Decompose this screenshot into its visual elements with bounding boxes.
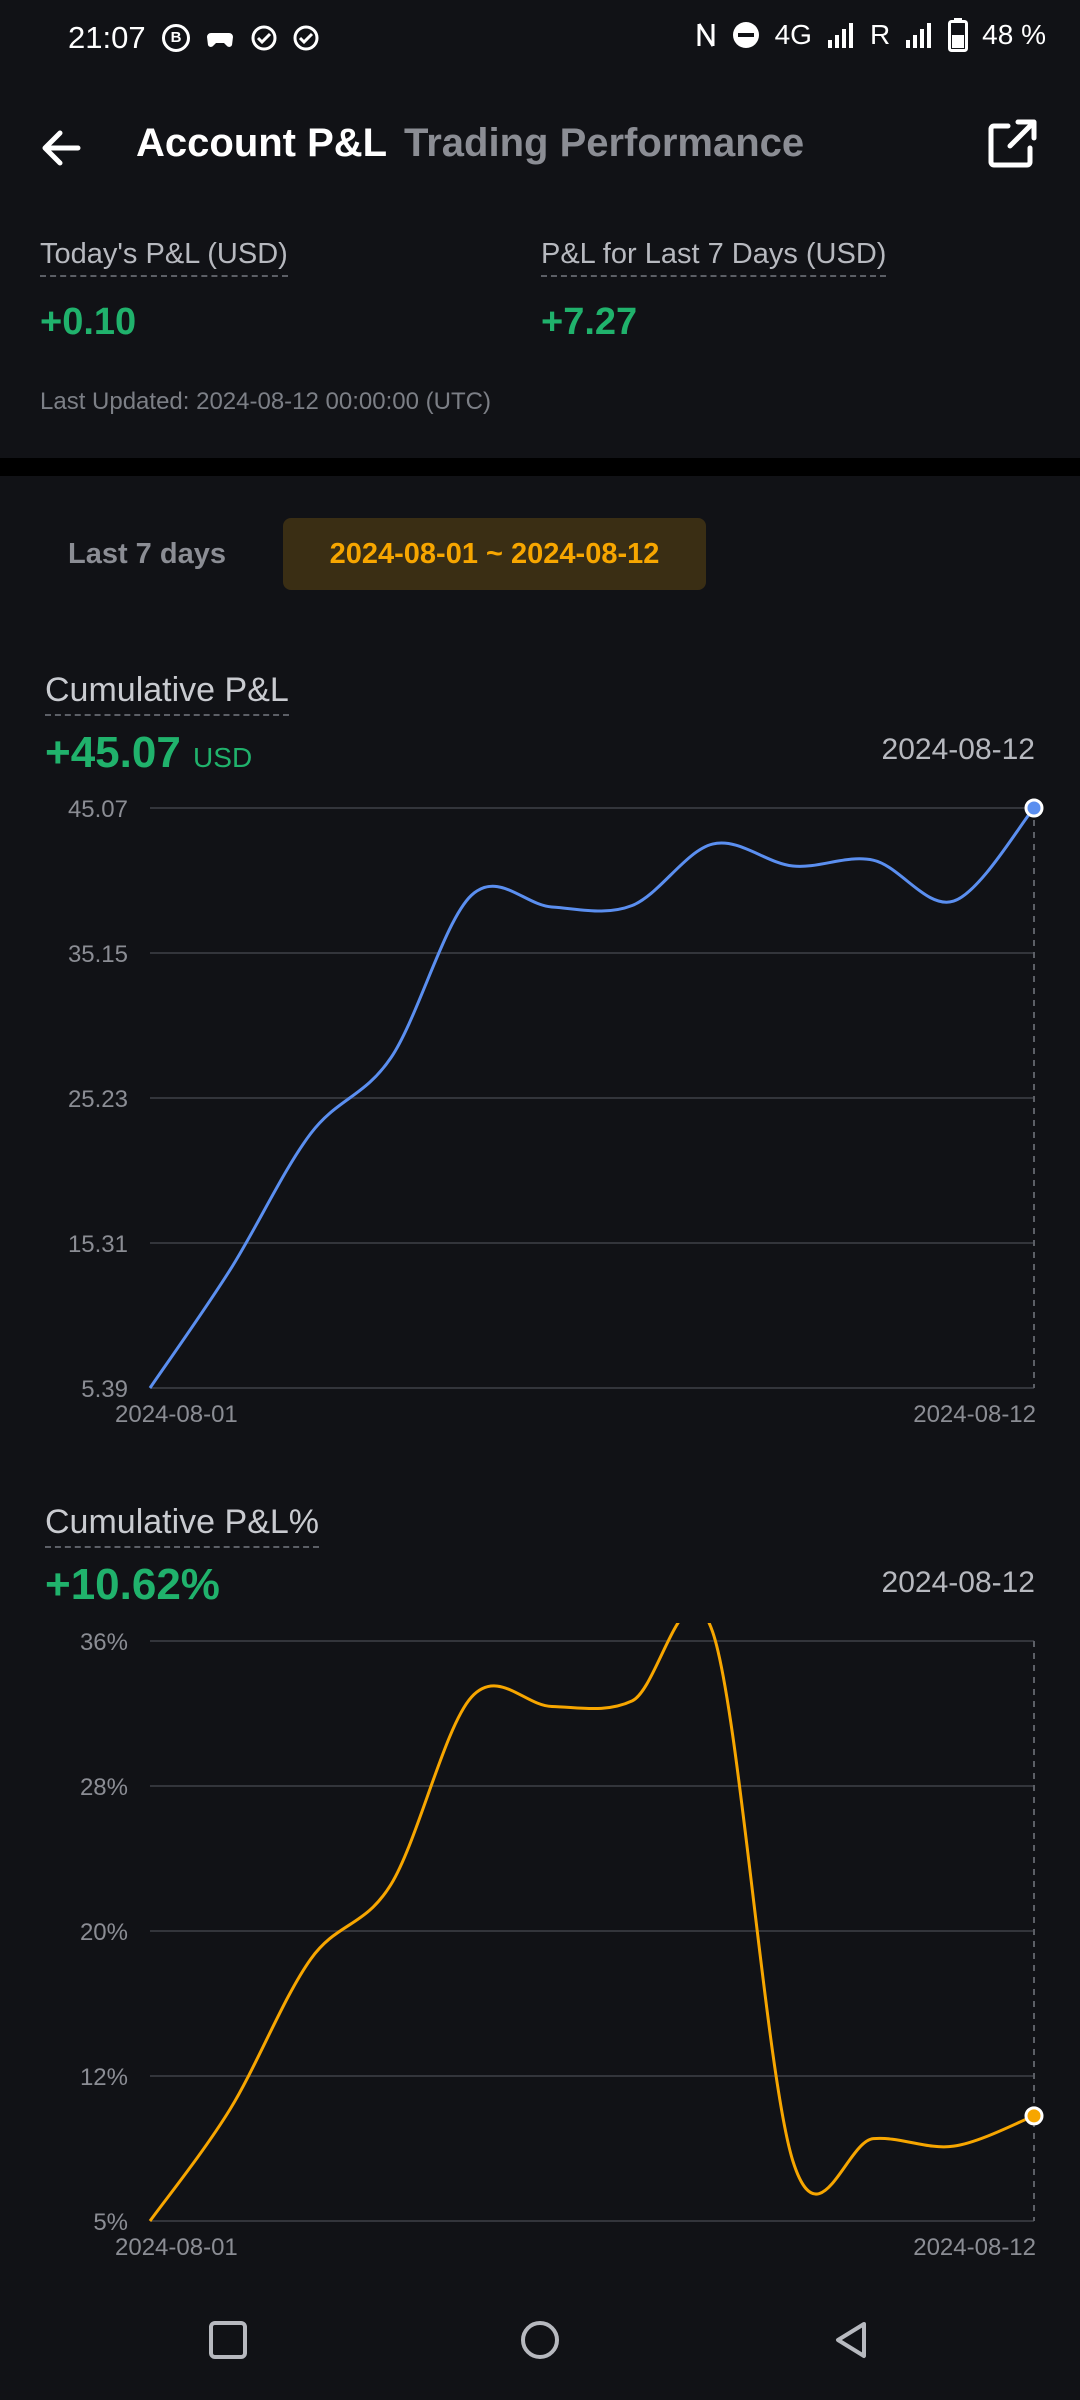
cum-pnl-pct-ytick-label: 28%	[80, 1774, 128, 1801]
back-triangle-icon[interactable]	[832, 2320, 872, 2360]
battery-icon	[948, 18, 969, 52]
status-right: 4G R 48 %	[695, 18, 1046, 52]
cum-pnl-ytick-label: 25.23	[68, 1086, 128, 1113]
cum-pnl-xtick-label: 2024-08-01	[115, 1401, 238, 1428]
range-tab-custom[interactable]: 2024-08-01 ~ 2024-08-12	[283, 518, 706, 590]
cum-pnl-pct-ytick-label: 36%	[80, 1629, 128, 1656]
status-bar: 21:07 B 4G R 48 %	[0, 0, 1080, 80]
cum-pnl-ytick-label: 5.39	[81, 1376, 128, 1403]
tab-trading-performance[interactable]: Trading Performance	[404, 121, 804, 166]
cum-pnl-pct-value: +10.62%	[45, 1560, 220, 1609]
week-pnl-label[interactable]: P&L for Last 7 Days (USD)	[541, 238, 887, 277]
game-controller-icon	[207, 33, 233, 47]
cum-pnl-chart[interactable]: 45.07 35.15 25.23 15.31 5.392024-08-01 2024-0…	[0, 790, 1080, 1440]
battery-level: 48 %	[982, 19, 1046, 50]
last-updated: Last Updated: 2024-08-12 00:00:00 (UTC)	[40, 388, 491, 415]
today-pnl-value: +0.10	[40, 301, 137, 343]
nfc-icon	[697, 23, 715, 47]
cum-pnl-pct-last-point-marker	[1024, 2106, 1044, 2126]
cum-pnl-pct-date: 2024-08-12	[881, 1566, 1035, 1599]
cum-pnl-date: 2024-08-12	[881, 733, 1035, 766]
cum-pnl-ytick-label: 45.07	[68, 796, 128, 823]
do-not-disturb-icon	[732, 22, 759, 48]
cum-pnl-pct-ytick-label: 12%	[80, 2064, 128, 2091]
cum-pnl-ytick-label: 35.15	[68, 941, 128, 968]
cum-pnl-last-point-marker	[1024, 798, 1044, 818]
cum-pnl-pct-ytick-label: 5%	[93, 2209, 128, 2236]
cum-pnl-pct-series-line	[148, 1623, 1035, 2222]
back-arrow-icon[interactable]	[34, 118, 94, 178]
check-circle-icon	[251, 25, 277, 51]
today-pnl-label[interactable]: Today's P&L (USD)	[40, 238, 288, 277]
cum-pnl-pct-title[interactable]: Cumulative P&L%	[45, 1503, 320, 1548]
signal-icon-2	[906, 23, 932, 48]
range-tab-last-7-days[interactable]: Last 7 days	[44, 518, 250, 590]
status-time: 21:07	[68, 20, 146, 55]
cum-pnl-xtick-label: 2024-08-12	[913, 1401, 1036, 1428]
roaming-indicator: R	[869, 19, 891, 50]
section-divider	[0, 458, 1080, 476]
signal-icon	[827, 23, 853, 48]
cum-pnl-ytick-label: 15.31	[68, 1231, 128, 1258]
recents-square-icon[interactable]	[208, 2320, 248, 2360]
check-circle-icon	[293, 25, 319, 51]
cum-pnl-value: +45.07	[45, 728, 181, 777]
cum-pnl-pct-chart[interactable]: 36% 28% 20% 12% 5%2024-08-01 2024-08-12	[0, 1623, 1080, 2273]
cum-pnl-pct-xtick-label: 2024-08-01	[115, 2234, 238, 2261]
cum-pnl-pct-ytick-label: 20%	[80, 1919, 128, 1946]
network-type: 4G	[774, 19, 812, 50]
tab-account-pnl[interactable]: Account P&L	[136, 121, 387, 166]
b-circle-icon: B	[162, 24, 190, 52]
cum-pnl-value-wrap: +45.07 USD	[45, 728, 252, 778]
share-external-icon[interactable]	[982, 114, 1042, 174]
home-circle-icon[interactable]	[518, 2320, 562, 2364]
cum-pnl-unit: USD	[193, 742, 253, 773]
week-pnl-value: +7.27	[541, 301, 638, 343]
cum-pnl-pct-xtick-label: 2024-08-12	[913, 2234, 1036, 2261]
cum-pnl-title[interactable]: Cumulative P&L	[45, 671, 289, 716]
